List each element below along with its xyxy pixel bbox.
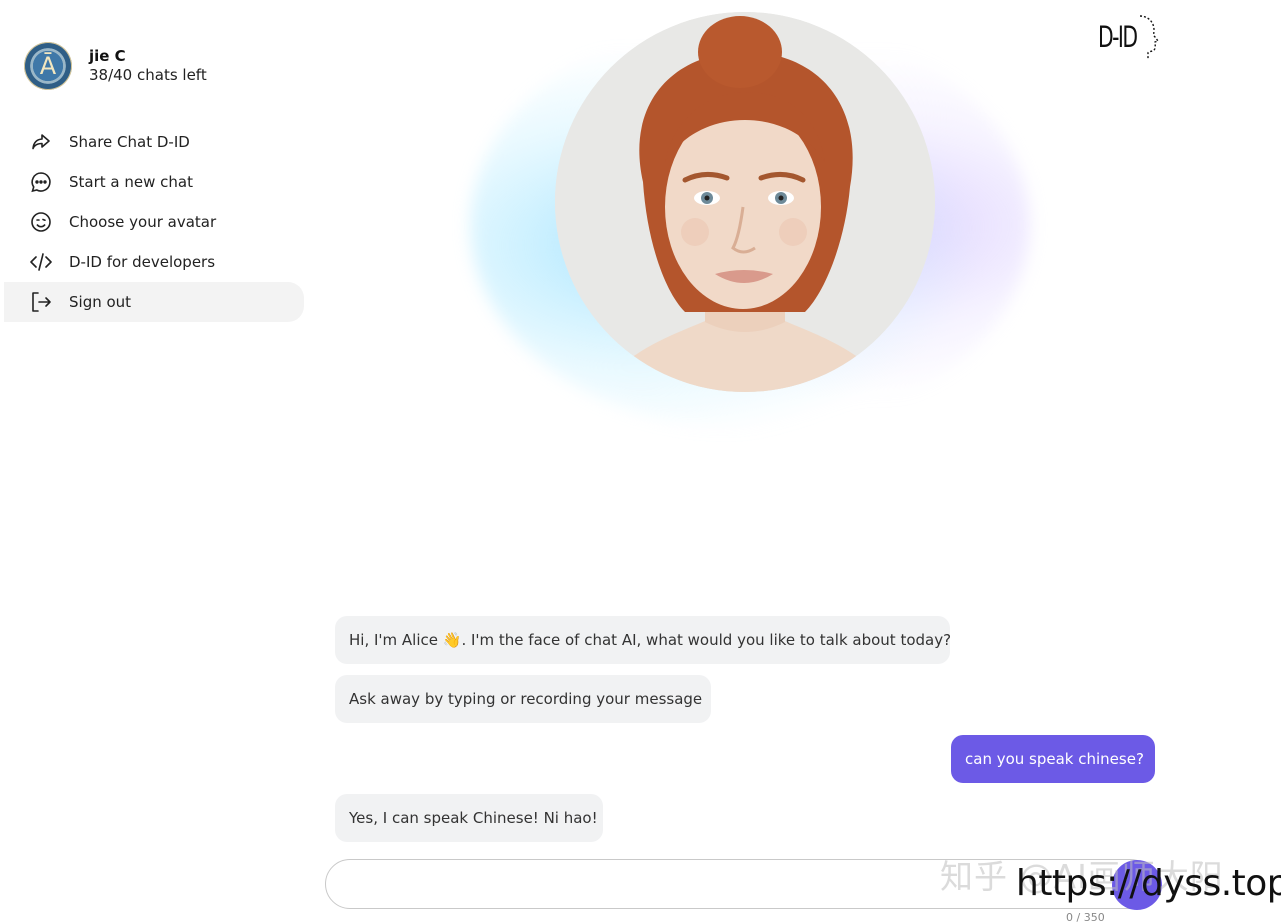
menu-item-developers[interactable]: D-ID for developers (4, 242, 304, 282)
menu-item-new-chat[interactable]: Start a new chat (4, 162, 304, 202)
sign-out-icon (29, 290, 53, 314)
message-text: can you speak chinese? (965, 750, 1144, 768)
user-name: jie C (89, 47, 126, 65)
chat-message-bot: Hi, I'm Alice 👋. I'm the face of chat AI… (335, 616, 952, 664)
character-counter: 0 / 350 (1066, 911, 1105, 924)
code-icon (29, 250, 53, 274)
chat-bubble-icon (29, 170, 53, 194)
seal-avatar-icon: Ā (39, 52, 57, 80)
smiley-icon (29, 210, 53, 234)
message-text: Yes, I can speak Chinese! Ni hao! (349, 809, 598, 827)
logo-text: D-ID (1098, 20, 1138, 54)
user-avatar: Ā (24, 42, 72, 90)
chats-left-count: 38/40 chats left (89, 66, 207, 84)
d-id-logo[interactable]: D-ID (1098, 14, 1160, 64)
menu-label: Sign out (69, 293, 132, 311)
chat-message-bot: Yes, I can speak Chinese! Ni hao! (335, 794, 603, 842)
menu-item-sign-out[interactable]: Sign out (4, 282, 304, 322)
menu-item-choose-avatar[interactable]: Choose your avatar (4, 202, 304, 242)
menu-label: D-ID for developers (69, 253, 216, 271)
chat-message-user: can you speak chinese? (951, 735, 1155, 783)
watermark-url: https://dyss.top (1016, 863, 1281, 904)
head-profile-icon (1139, 15, 1160, 59)
menu-label: Share Chat D-ID (69, 133, 190, 151)
menu-item-share-chat[interactable]: Share Chat D-ID (4, 122, 304, 162)
user-profile: Ā jie C 38/40 chats left (24, 42, 207, 90)
menu-label: Start a new chat (69, 173, 193, 191)
sidebar-menu: Share Chat D-ID Start a new chat Choose … (4, 122, 304, 322)
menu-label: Choose your avatar (69, 213, 217, 231)
message-text: . I'm the face of chat AI, what would yo… (461, 631, 952, 649)
message-text: Ask away by typing or recording your mes… (349, 690, 703, 708)
waving-hand-icon: 👋 (442, 631, 462, 649)
chat-message-bot: Ask away by typing or recording your mes… (335, 675, 711, 723)
share-icon (29, 130, 53, 154)
avatar-portrait (555, 12, 935, 392)
message-text: Hi, I'm Alice (349, 631, 443, 649)
